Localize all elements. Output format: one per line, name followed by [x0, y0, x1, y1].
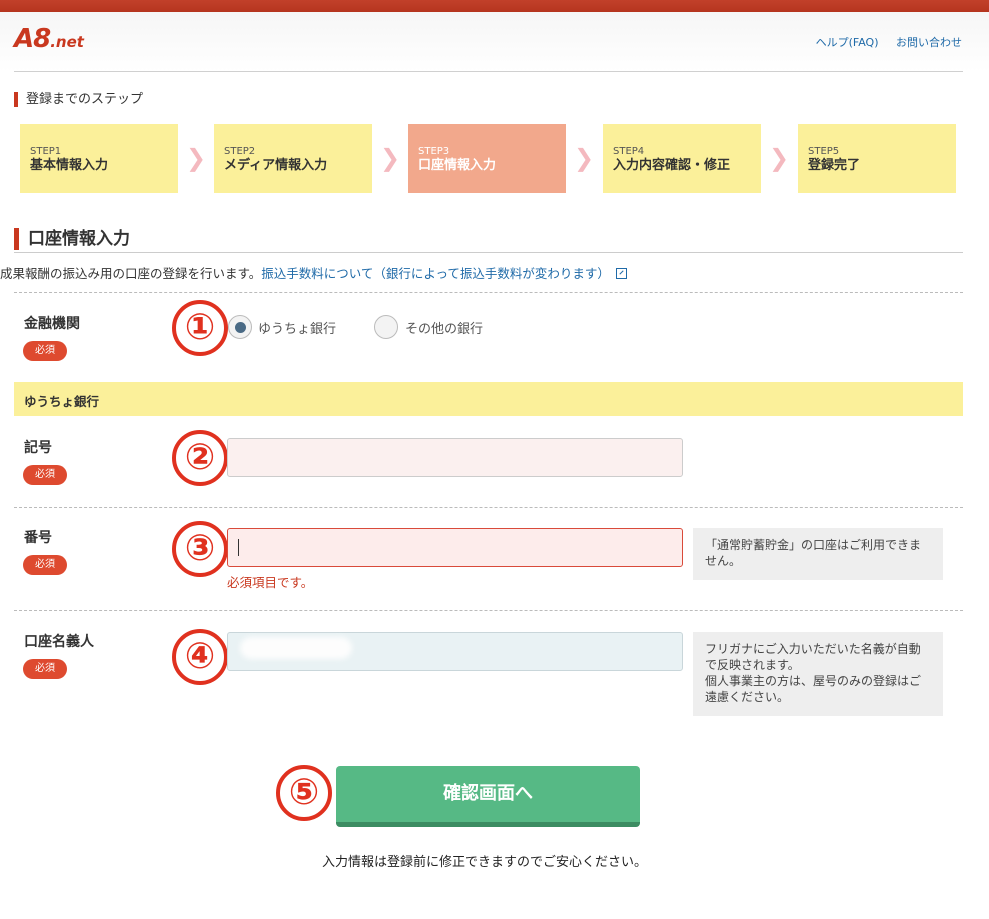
description-text: 成果報酬の振込み用の口座の登録を行います。: [0, 266, 262, 281]
callout-5: ⑤: [276, 765, 332, 821]
bango-error-message: 必須項目です。: [227, 575, 314, 590]
required-badge: 必須: [23, 659, 67, 679]
header-links: ヘルプ(FAQ) お問い合わせ: [802, 34, 962, 50]
bango-input[interactable]: [227, 528, 683, 567]
step-2: STEP2 メディア情報入力: [214, 124, 372, 193]
step-number: STEP5: [808, 146, 840, 157]
step-arrow-icon: ❯: [769, 144, 790, 172]
kigo-input[interactable]: [227, 438, 683, 477]
step-label: 口座情報入力: [418, 158, 497, 173]
steps-title: 登録までのステップ: [14, 92, 143, 107]
step-label: 入力内容確認・修正: [613, 158, 731, 173]
radio-yucho-label[interactable]: ゆうちょ銀行: [258, 318, 336, 337]
bango-note: 「通常貯蓄貯金」の口座はご利用できません。: [693, 528, 943, 580]
section-title: 口座情報入力: [14, 228, 130, 250]
required-badge: 必須: [23, 341, 67, 361]
step-arrow-icon: ❯: [380, 144, 401, 172]
row-divider: [14, 610, 963, 611]
step-number: STEP3: [418, 146, 450, 157]
external-link-icon[interactable]: [615, 268, 627, 279]
meigi-label: 口座名義人: [24, 634, 94, 650]
section-divider: [14, 252, 963, 253]
meigi-note-line-1: フリガナにご入力いただいた名義が自動で反映されます。: [705, 642, 921, 672]
yucho-section-band: ゆうちょ銀行: [14, 382, 963, 416]
logo-suffix: .net: [50, 33, 84, 51]
callout-4: ④: [172, 629, 228, 685]
required-badge: 必須: [23, 555, 67, 575]
step-number: STEP1: [30, 146, 62, 157]
callout-3: ③: [172, 521, 228, 577]
step-arrow-icon: ❯: [186, 144, 207, 172]
meigi-note: フリガナにご入力いただいた名義が自動で反映されます。 個人事業主の方は、屋号のみ…: [693, 632, 943, 716]
text-caret: [238, 539, 239, 556]
step-label: 登録完了: [808, 158, 861, 173]
kigo-label: 記号: [24, 440, 52, 456]
section-description: 成果報酬の振込み用の口座の登録を行います。振込手数料について（銀行によって振込手…: [0, 263, 627, 282]
row-divider: [14, 507, 963, 508]
required-badge: 必須: [23, 465, 67, 485]
bank-label: 金融機関: [24, 316, 80, 332]
step-number: STEP4: [613, 146, 645, 157]
meigi-note-line-2: 個人事業主の方は、屋号のみの登録はご遠慮ください。: [705, 674, 922, 704]
contact-link[interactable]: お問い合わせ: [896, 36, 962, 49]
step-4: STEP4 入力内容確認・修正: [603, 124, 761, 193]
logo-text: A8: [14, 24, 51, 54]
row-divider: [14, 292, 963, 293]
step-5: STEP5 登録完了: [798, 124, 956, 193]
callout-2: ②: [172, 430, 228, 486]
radio-other-bank-label[interactable]: その他の銀行: [405, 318, 483, 337]
step-1: STEP1 基本情報入力: [20, 124, 178, 193]
top-bar: [0, 0, 989, 12]
step-label: 基本情報入力: [30, 158, 109, 173]
a8net-logo[interactable]: A8.net: [14, 24, 84, 54]
step-number: STEP2: [224, 146, 256, 157]
radio-yucho[interactable]: [228, 315, 252, 339]
step-label: メディア情報入力: [224, 158, 328, 173]
step-3: STEP3 口座情報入力: [408, 124, 566, 193]
radio-other-bank[interactable]: [374, 315, 398, 339]
redacted-name: [240, 637, 352, 659]
footnote: 入力情報は登録前に修正できますのでご安心ください。: [321, 855, 647, 870]
confirm-button[interactable]: 確認画面へ: [336, 766, 640, 827]
bango-label: 番号: [24, 530, 52, 546]
step-arrow-icon: ❯: [574, 144, 595, 172]
header-divider: [14, 71, 963, 72]
callout-1: ①: [172, 300, 228, 356]
help-faq-link[interactable]: ヘルプ(FAQ): [816, 36, 879, 49]
fee-link[interactable]: 振込手数料について（銀行によって振込手数料が変わります）: [261, 266, 610, 281]
